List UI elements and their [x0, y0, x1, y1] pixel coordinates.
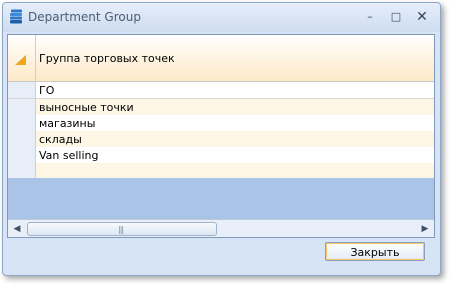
close-button[interactable]: Закрыть: [325, 242, 425, 261]
horizontal-scrollbar[interactable]: ◀ ||| ▶: [8, 219, 434, 237]
window-title: Department Group: [28, 10, 141, 24]
row-indicator[interactable]: [8, 131, 36, 147]
row-indicator[interactable]: [8, 163, 36, 178]
row-indicator[interactable]: [8, 99, 36, 115]
row-indicator[interactable]: [8, 115, 36, 131]
table-row[interactable]: выносные точки: [8, 99, 434, 116]
row-indicator[interactable]: [8, 82, 36, 98]
corner-triangle-icon: [15, 55, 26, 65]
row-indicator[interactable]: [8, 147, 36, 163]
database-icon: [9, 9, 23, 24]
scroll-left-icon[interactable]: ◀: [10, 223, 24, 235]
table-cell: склады: [39, 133, 82, 146]
new-row[interactable]: [8, 163, 434, 179]
table-row[interactable]: Van selling: [8, 147, 434, 164]
grid-header: Группа торговых точек: [8, 35, 434, 82]
table-cell: Van selling: [39, 149, 99, 162]
table-cell: выносные точки: [39, 101, 134, 114]
table-row[interactable]: склады: [8, 131, 434, 148]
minimize-icon[interactable]: –: [360, 7, 380, 27]
table-row[interactable]: магазины: [8, 115, 434, 132]
grid-empty-area: [8, 178, 434, 219]
grip-icon: |||: [118, 225, 124, 234]
maximize-icon[interactable]: □: [386, 7, 406, 27]
scrollbar-thumb[interactable]: |||: [27, 222, 217, 236]
column-header-group[interactable]: Группа торговых точек: [39, 52, 175, 65]
table-cell: магазины: [39, 117, 96, 130]
table-cell: ГО: [39, 84, 55, 97]
grid-corner-selector[interactable]: [8, 35, 36, 81]
scroll-right-icon[interactable]: ▶: [418, 223, 432, 235]
close-icon[interactable]: ✕: [412, 7, 432, 27]
table-row[interactable]: ГО: [8, 82, 434, 99]
department-group-grid[interactable]: Группа торговых точек ГО выносные точки …: [7, 34, 435, 238]
department-group-window: Department Group – □ ✕ Группа торговых т…: [2, 2, 441, 276]
title-bar[interactable]: Department Group – □ ✕: [3, 3, 440, 32]
